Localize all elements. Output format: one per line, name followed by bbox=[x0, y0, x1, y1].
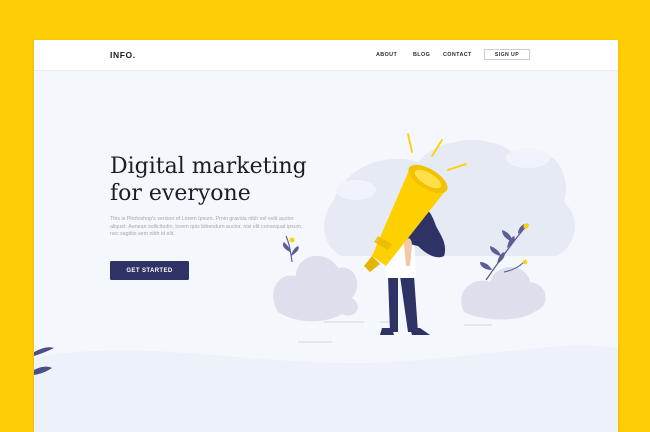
megaphone-illustration bbox=[273, 133, 575, 343]
bush-left bbox=[273, 255, 358, 322]
plant-left bbox=[282, 235, 299, 263]
landing-page: INFO. ABOUT BLOG CONTACT SIGN UP Digital… bbox=[34, 40, 618, 432]
background-shapes bbox=[324, 139, 575, 256]
bush-right bbox=[461, 267, 546, 320]
